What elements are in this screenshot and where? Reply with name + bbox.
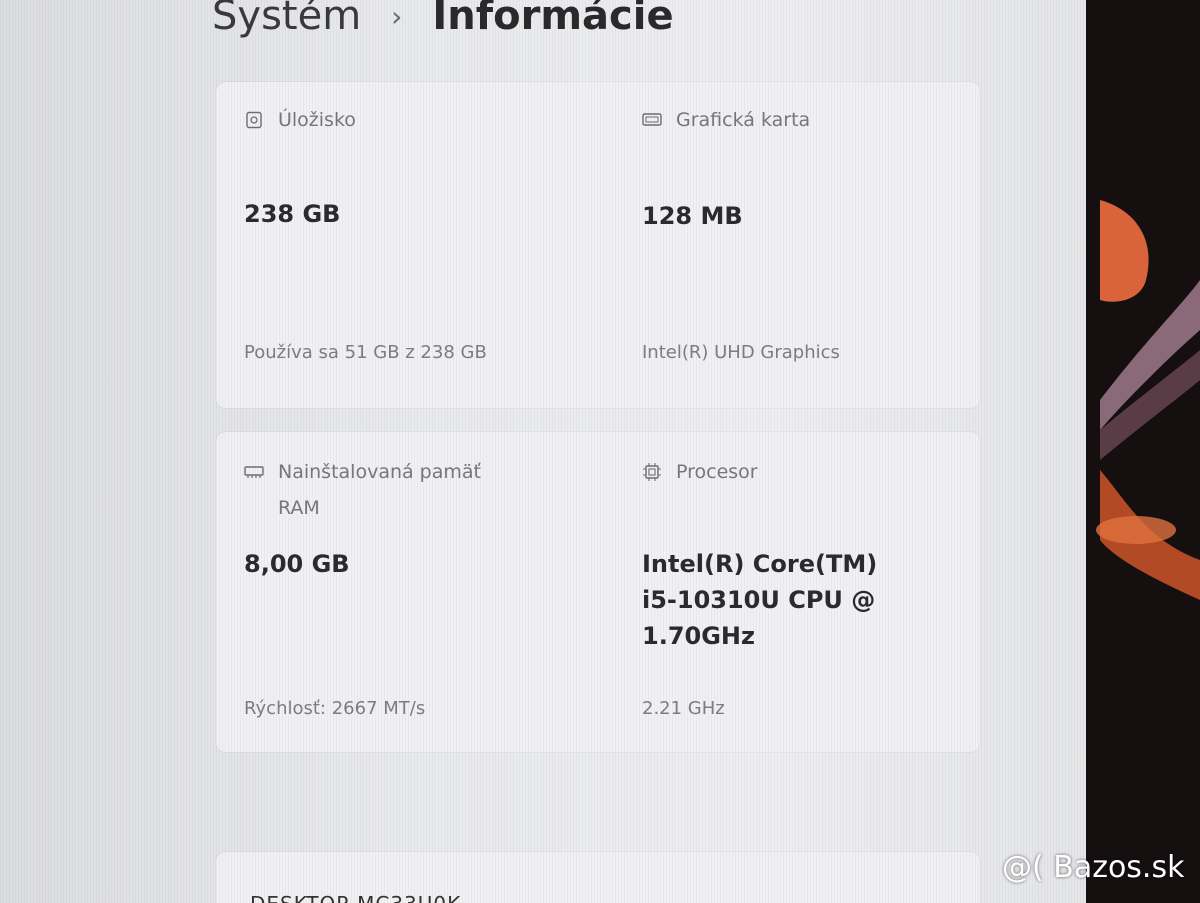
device-name-panel[interactable]: DESKTOP-MC33U0K — [216, 852, 980, 903]
breadcrumb-parent[interactable]: Systém — [212, 0, 361, 39]
graphics-label: Grafická karta — [676, 109, 811, 131]
storage-card: Úložisko 238 GB Používa sa 51 GB z 238 G… — [244, 102, 604, 392]
storage-label: Úložisko — [278, 109, 356, 131]
breadcrumb: Systém › Informácie — [212, 0, 674, 46]
ram-card: Nainštalovaná pamäť RAM 8,00 GB Rýchlosť… — [244, 454, 604, 744]
graphics-card-icon — [642, 111, 662, 129]
wallpaper-edge — [1086, 0, 1200, 903]
storage-usage: Používa sa 51 GB z 238 GB — [244, 342, 487, 363]
chevron-right-icon: › — [391, 0, 403, 33]
processor-value: Intel(R) Core(TM) i5-10310U CPU @ 1.70GH… — [642, 550, 878, 650]
graphics-value: 128 MB — [642, 202, 743, 230]
device-name: DESKTOP-MC33U0K — [250, 892, 461, 903]
specs-panel-bottom: Nainštalovaná pamäť RAM 8,00 GB Rýchlosť… — [216, 432, 980, 752]
processor-speed: 2.21 GHz — [642, 698, 725, 719]
storage-icon — [244, 111, 264, 129]
bazos-watermark: @( Bazos.sk — [1002, 850, 1185, 885]
processor-label: Procesor — [676, 461, 758, 483]
page-title: Informácie — [432, 0, 674, 39]
storage-value: 238 GB — [244, 200, 341, 228]
graphics-card: Grafická karta 128 MB Intel(R) UHD Graph… — [642, 102, 962, 392]
memory-icon — [244, 463, 264, 481]
ram-value: 8,00 GB — [244, 550, 350, 578]
processor-icon — [642, 463, 662, 481]
processor-card: Procesor Intel(R) Core(TM) i5-10310U CPU… — [642, 454, 962, 744]
specs-panel-top: Úložisko 238 GB Používa sa 51 GB z 238 G… — [216, 82, 980, 408]
graphics-name: Intel(R) UHD Graphics — [642, 342, 840, 363]
settings-window: Systém › Informácie Úložisko 238 GB Použ… — [0, 0, 1098, 903]
ram-speed: Rýchlosť: 2667 MT/s — [244, 698, 426, 719]
ram-label: Nainštalovaná pamäť RAM — [278, 461, 481, 519]
